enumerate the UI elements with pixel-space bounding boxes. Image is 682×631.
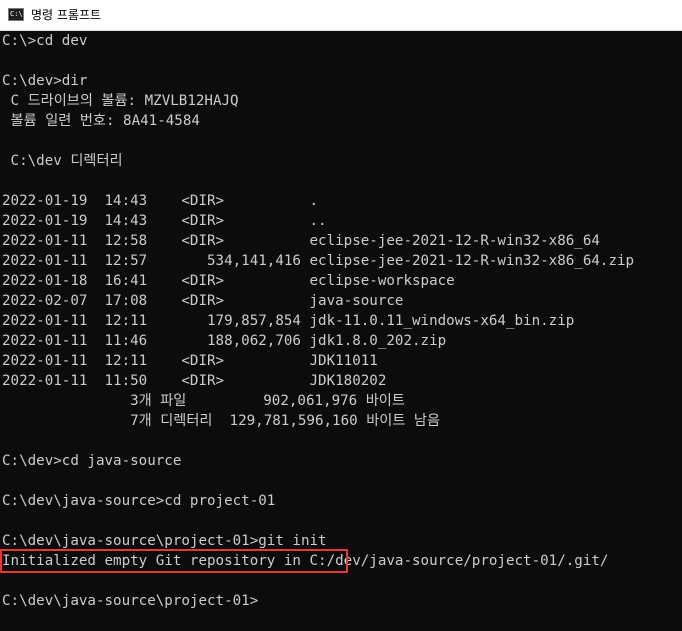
- dir-entry: 2022-01-19 14:43 <DIR> ..: [2, 213, 327, 229]
- console-line: C 드라이브의 볼륨: MZVLB12HAJQ: [2, 93, 239, 109]
- git-init-highlight: [0, 549, 348, 573]
- dir-entry: 2022-01-18 16:41 <DIR> eclipse-workspace: [2, 273, 455, 289]
- title-bar[interactable]: C:\ 명령 프롬프트: [0, 0, 682, 31]
- cmd-icon: C:\: [8, 8, 24, 21]
- git-init-command: C:\dev\java-source\project-01>git init: [2, 533, 327, 549]
- command-prompt-window: C:\ 명령 프롬프트 C:\>cd dev C:\dev>dir C 드라이브…: [0, 0, 682, 631]
- dir-entry: 2022-02-07 17:08 <DIR> java-source: [2, 293, 404, 309]
- console-line: 볼륨 일련 번호: 8A41-4584: [2, 113, 200, 129]
- dir-entry: 2022-01-11 12:11 179,857,854 jdk-11.0.11…: [2, 313, 575, 329]
- dir-summary-files: 3개 파일 902,061,976 바이트: [2, 393, 405, 409]
- dir-entry: 2022-01-19 14:43 <DIR> .: [2, 193, 319, 209]
- dir-entry: 2022-01-11 12:58 <DIR> eclipse-jee-2021-…: [2, 233, 600, 249]
- dir-entry: 2022-01-11 11:50 <DIR> JDK180202: [2, 373, 387, 389]
- console-line: C:\dev\java-source>cd project-01: [2, 493, 276, 509]
- command-prompt-input[interactable]: C:\dev\java-source\project-01>: [2, 591, 682, 611]
- window-title: 명령 프롬프트: [31, 8, 102, 22]
- console-line: C:\dev>cd java-source: [2, 453, 182, 469]
- dir-entry: 2022-01-11 12:57 534,141,416 eclipse-jee…: [2, 253, 635, 269]
- dir-entry: 2022-01-11 12:11 <DIR> JDK11011: [2, 353, 378, 369]
- console-output[interactable]: C:\>cd dev C:\dev>dir C 드라이브의 볼륨: MZVLB1…: [0, 31, 682, 631]
- console-line: C:\dev 디렉터리: [2, 153, 123, 169]
- console-line: C:\>cd dev: [2, 33, 88, 49]
- console-line: C:\dev>dir: [2, 73, 88, 89]
- dir-entry: 2022-01-11 11:46 188,062,706 jdk1.8.0_20…: [2, 333, 447, 349]
- dir-summary-dirs: 7개 디렉터리 129,781,596,160 바이트 남음: [2, 413, 441, 429]
